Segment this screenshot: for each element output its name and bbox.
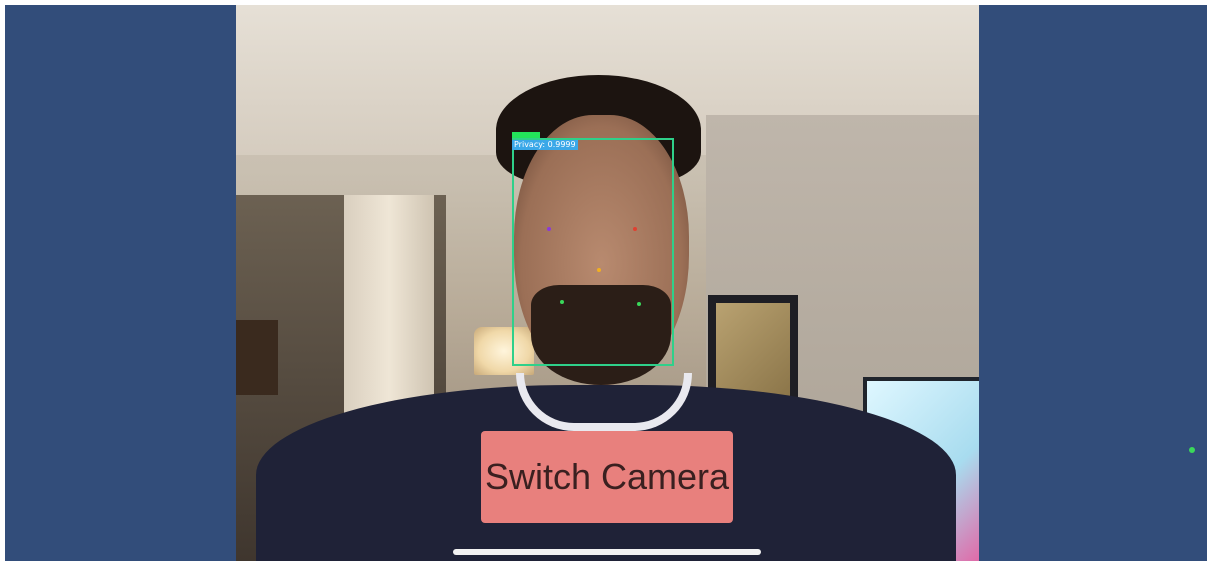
- home-indicator[interactable]: [453, 549, 761, 555]
- landmark-nose: [597, 268, 601, 272]
- app-background: Privacy: 0.9999 Switch Camera: [5, 5, 1207, 561]
- detection-class-tag: [512, 132, 540, 138]
- landmark-mouth-right: [637, 302, 641, 306]
- landmark-right-eye: [633, 227, 637, 231]
- status-indicator-dot: [1189, 447, 1195, 453]
- landmark-mouth-left: [560, 300, 564, 304]
- switch-camera-button[interactable]: Switch Camera: [481, 431, 733, 523]
- detection-confidence-label: Privacy: 0.9999: [512, 140, 578, 150]
- wall-picture-left: [236, 320, 278, 395]
- landmark-left-eye: [547, 227, 551, 231]
- face-detection-box: [512, 138, 674, 366]
